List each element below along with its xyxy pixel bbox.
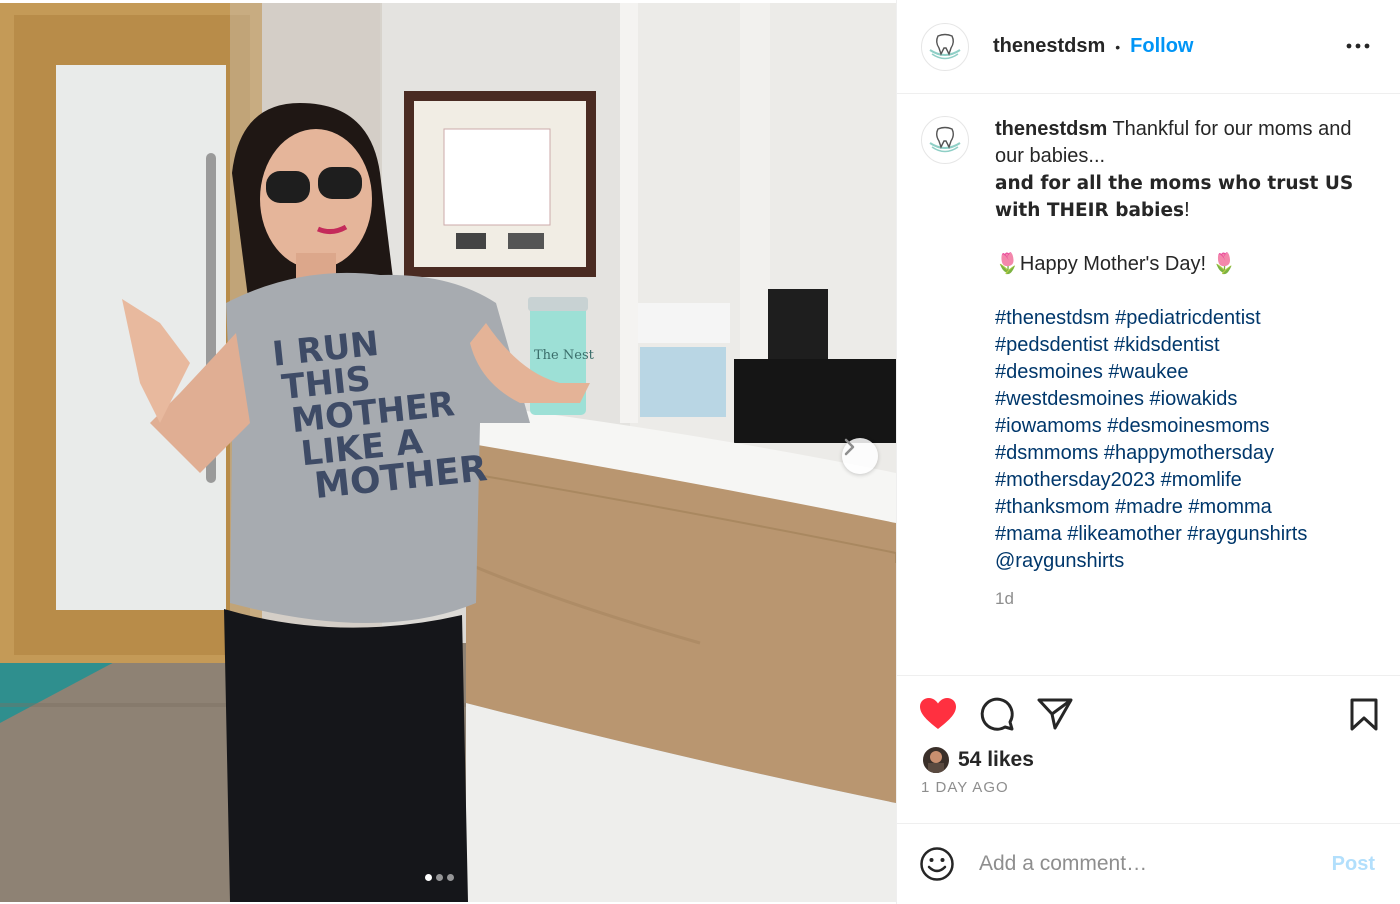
bookmark-icon <box>1350 698 1378 731</box>
caption-bold: and for all the moms who trust US with T… <box>995 173 1354 221</box>
emoji-button[interactable] <box>919 846 955 882</box>
hashtag-line[interactable]: #desmoines #waukee <box>995 359 1355 386</box>
comment-icon <box>980 697 1014 731</box>
post-time: 1 DAY AGO <box>921 779 1009 796</box>
logo-tooth-icon <box>929 126 961 153</box>
hashtag-line[interactable]: #thanksmom #madre #momma <box>995 494 1355 521</box>
likes-count[interactable]: 54 likes <box>958 748 1034 772</box>
hashtag-line[interactable]: #dsmmoms #happymothersday <box>995 440 1355 467</box>
header-separator: • <box>1115 38 1121 55</box>
hashtag-line[interactable]: #thenestdsm #pediatricdentist <box>995 305 1355 332</box>
more-options-button[interactable] <box>1346 34 1370 63</box>
caption-username[interactable]: thenestdsm <box>995 118 1107 140</box>
comment-button[interactable] <box>979 696 1015 732</box>
follow-button[interactable]: Follow <box>1130 35 1193 58</box>
share-button[interactable] <box>1037 697 1073 731</box>
hashtag-line[interactable]: #iowamoms #desmoinesmoms <box>995 413 1355 440</box>
tulip-emoji-left: 🌷 <box>995 253 1020 275</box>
post-panel: thenestdsm • Follow thenestdsm Thankful … <box>896 0 1400 904</box>
caption-greeting: Happy Mother's Day! <box>1019 253 1207 275</box>
liker-avatar[interactable] <box>921 745 951 775</box>
chevron-right-icon <box>844 438 855 456</box>
hashtag-line[interactable]: #pedsdentist #kidsdentist <box>995 332 1355 359</box>
caption-age: 1d <box>995 589 1014 608</box>
save-button[interactable] <box>1349 698 1379 737</box>
post-caption: thenestdsm Thankful for our moms and our… <box>995 116 1355 674</box>
post-photo: I RUN THIS MOTHER LIKE A MOTHER The Nest <box>0 3 896 902</box>
post-header: thenestdsm • Follow <box>897 0 1400 94</box>
more-icon <box>1346 43 1370 49</box>
heart-icon <box>920 698 956 729</box>
carousel-dot-3 <box>447 874 454 881</box>
photo-scene: I RUN THIS MOTHER LIKE A MOTHER The Nest <box>0 3 896 902</box>
mention-link[interactable]: @raygunshirts <box>995 548 1355 575</box>
hashtag-line[interactable]: #mama #likeamother #raygunshirts <box>995 521 1355 548</box>
emoji-icon <box>920 847 954 881</box>
share-icon <box>1037 698 1073 730</box>
hashtag-line[interactable]: #mothersday2023 #momlife <box>995 467 1355 494</box>
likes-row: 54 likes <box>921 745 1034 775</box>
like-button[interactable] <box>919 697 957 731</box>
post-comment-button[interactable]: Post <box>1332 853 1375 876</box>
tulip-emoji-right: 🌷 <box>1211 253 1237 275</box>
header-username[interactable]: thenestdsm <box>993 35 1105 58</box>
carousel-dots <box>425 874 454 881</box>
hashtag-line[interactable]: #westdesmoines #iowakids <box>995 386 1355 413</box>
comment-box: Post <box>897 823 1400 904</box>
profile-avatar[interactable] <box>921 22 969 71</box>
caption-avatar[interactable] <box>921 116 969 164</box>
comment-input[interactable] <box>979 852 1309 876</box>
logo-tooth-icon <box>929 33 961 59</box>
caption-area: thenestdsm Thankful for our moms and our… <box>897 94 1400 674</box>
carousel-dot-2 <box>436 874 443 881</box>
next-photo-button[interactable] <box>842 438 878 474</box>
post-actions: 54 likes 1 DAY AGO <box>897 675 1400 823</box>
tumbler-text: The Nest <box>534 348 595 363</box>
carousel-dot-1 <box>425 874 432 881</box>
caption-bold-end: ! <box>1184 199 1190 221</box>
